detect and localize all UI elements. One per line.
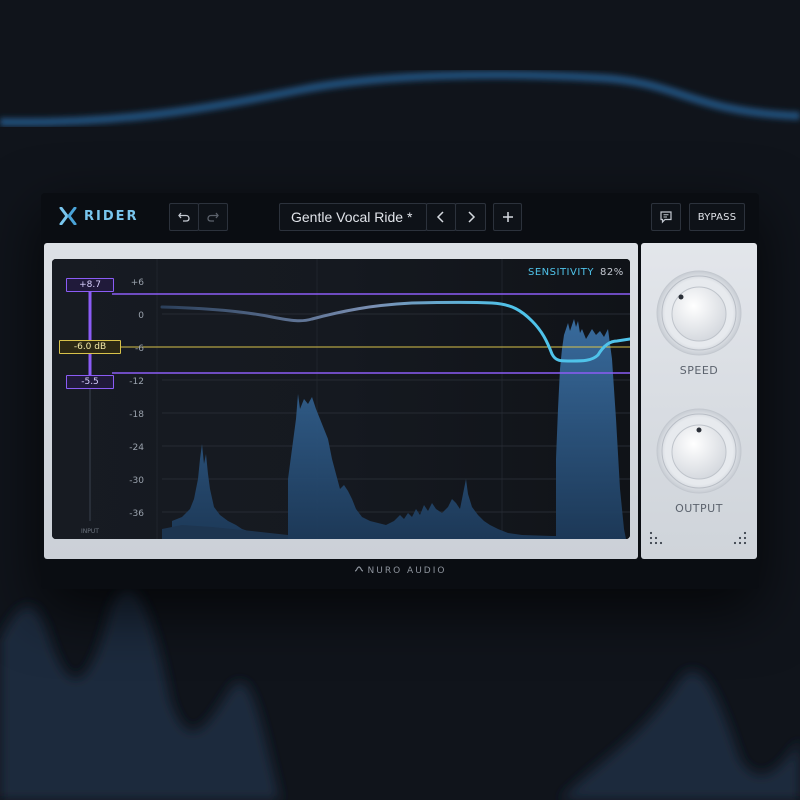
scale-label: -30: [129, 476, 144, 486]
control-panel: SPEED OUTPUT: [641, 243, 757, 559]
scale-label: 0: [138, 311, 144, 321]
target-level-handle[interactable]: -6.0 dB: [59, 340, 121, 354]
speed-knob[interactable]: [656, 270, 742, 356]
brand-name: NURO AUDIO: [367, 566, 447, 576]
range-top-handle[interactable]: +8.7: [66, 278, 114, 292]
next-preset-button[interactable]: [455, 203, 486, 231]
resize-grip-icon[interactable]: [649, 531, 747, 545]
add-preset-button[interactable]: [493, 203, 522, 231]
plugin-header: RIDER Gentle Vocal Ride * BYPASS: [41, 193, 759, 241]
gain-graph: +6 0 -6 -12 -18 -24 -30 -36 INPUT: [52, 259, 630, 539]
scale-label: -12: [129, 377, 144, 387]
brand-footer: NURO AUDIO: [41, 565, 759, 576]
rider-logo: RIDER: [59, 207, 139, 225]
range-bottom-value: -5.5: [81, 377, 99, 387]
rider-logo-icon: [59, 207, 77, 225]
bypass-button[interactable]: BYPASS: [689, 203, 745, 231]
preset-selector[interactable]: Gentle Vocal Ride *: [279, 203, 427, 231]
gain-display: +6 0 -6 -12 -18 -24 -30 -36 INPUT +8.7 -…: [52, 259, 630, 539]
undo-icon: [178, 212, 190, 222]
nuro-logo-icon: [354, 566, 363, 572]
sensitivity-label[interactable]: SENSITIVITY: [528, 267, 594, 278]
target-level-value: -6.0 dB: [73, 342, 107, 352]
undo-button[interactable]: [169, 203, 199, 231]
sensitivity-value[interactable]: 82%: [600, 267, 624, 278]
range-bottom-handle[interactable]: -5.5: [66, 375, 114, 389]
logo-text: RIDER: [84, 208, 139, 224]
scale-label: -6: [135, 344, 144, 354]
redo-icon: [207, 212, 219, 222]
output-knob[interactable]: [656, 408, 742, 494]
output-label: OUTPUT: [675, 502, 723, 515]
chat-icon: [660, 211, 672, 224]
chevron-right-icon: [467, 211, 475, 223]
feedback-button[interactable]: [651, 203, 681, 231]
plus-icon: [502, 212, 513, 222]
scale-label: -24: [129, 443, 144, 453]
display-frame: +6 0 -6 -12 -18 -24 -30 -36 INPUT +8.7 -…: [44, 243, 638, 559]
scale-label: -36: [129, 509, 144, 519]
input-label: INPUT: [81, 528, 99, 535]
bypass-label: BYPASS: [697, 211, 737, 223]
speed-label: SPEED: [679, 364, 719, 377]
scale-label: -18: [129, 410, 144, 420]
redo-button[interactable]: [198, 203, 228, 231]
scale-label: +6: [131, 278, 145, 288]
preset-name: Gentle Vocal Ride *: [291, 209, 413, 225]
previous-preset-button[interactable]: [426, 203, 456, 231]
chevron-left-icon: [436, 211, 444, 223]
range-top-value: +8.7: [79, 280, 101, 290]
rider-plugin-window: RIDER Gentle Vocal Ride * BYPASS +6 0 -6…: [41, 193, 759, 589]
